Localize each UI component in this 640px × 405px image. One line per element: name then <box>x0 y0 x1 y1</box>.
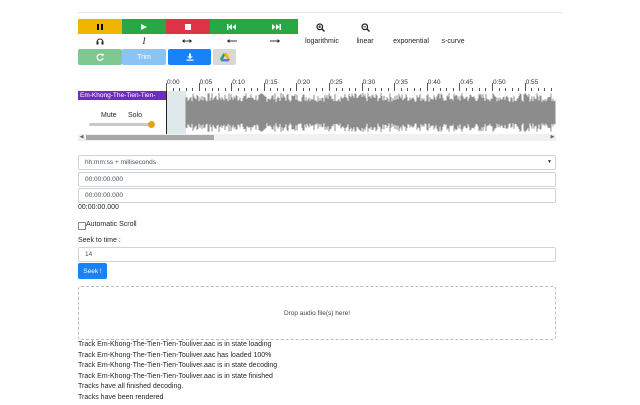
track-controls: Em-Khong-The-Tien-Tien- Mute Solo <box>78 91 166 134</box>
shift-state-button[interactable] <box>180 34 194 48</box>
time-format-value: hh:mm:ss + milliseconds <box>85 159 156 166</box>
scroll-left-icon[interactable]: ◀ <box>78 134 85 141</box>
time-tick <box>394 83 396 91</box>
skip-forward-icon <box>272 23 281 30</box>
fast-forward-button[interactable] <box>254 19 298 34</box>
pause-button[interactable] <box>78 19 122 34</box>
selection-start-value: 00:00:00.000 <box>85 176 123 183</box>
seek-button[interactable]: Seek ! <box>78 263 107 279</box>
pause-icon <box>97 23 103 30</box>
zoom-out-button[interactable] <box>358 20 372 34</box>
log-line: Track Em-Khong-The-Tien-Tien-Touliver.aa… <box>78 372 273 380</box>
time-tick <box>524 83 526 91</box>
stop-icon <box>185 23 191 30</box>
selection-start-field[interactable]: 00:00:00.000 <box>78 172 556 187</box>
horizontal-scrollbar[interactable]: ◀ ▶ <box>78 134 556 141</box>
headphones-icon <box>96 38 104 45</box>
seek-time-value: 14 <box>85 251 93 258</box>
audio-drop-zone[interactable]: Drop audio file(s) here! <box>78 286 556 340</box>
refresh-icon <box>96 53 104 61</box>
google-drive-button[interactable] <box>213 49 236 65</box>
selection-end-value: 00:00:00.000 <box>85 192 123 199</box>
scroll-right-icon[interactable]: ▶ <box>549 134 556 141</box>
time-tick-label: 0:40 <box>427 79 441 86</box>
time-tick <box>166 83 167 91</box>
select-state-button[interactable]: I <box>138 34 150 48</box>
mute-button[interactable]: Mute <box>101 112 117 119</box>
play-icon <box>141 23 147 30</box>
time-tick-label: 0:50 <box>493 79 506 86</box>
time-tick <box>426 83 428 91</box>
time-tick <box>361 83 363 91</box>
waveform-channel[interactable] <box>166 91 556 134</box>
rewind-button[interactable] <box>210 19 254 34</box>
cursor-text-icon: I <box>142 36 146 46</box>
time-tick-label: 0:05 <box>199 79 213 86</box>
time-tick <box>198 83 200 91</box>
audio-position: 00:00:00.000 <box>78 204 119 211</box>
time-tick <box>459 83 461 91</box>
arrow-right-icon <box>270 39 280 43</box>
solo-button[interactable]: Solo <box>128 112 142 119</box>
time-tick-label: 0:35 <box>395 79 408 86</box>
time-tick <box>492 83 493 91</box>
log-line: Track Em-Khong-The-Tien-Tien-Touliver.aa… <box>78 341 272 348</box>
log-line: Track Em-Khong-The-Tien-Tien-Touliver.aa… <box>78 351 272 359</box>
time-tick-label: 0:55 <box>525 79 539 86</box>
log-line: Tracks have all finished decoding. <box>78 383 184 391</box>
fade-logarithmic-button[interactable]: logarithmic <box>302 34 342 48</box>
fade-s-curve-button[interactable]: s-curve <box>440 34 466 48</box>
skip-backward-icon <box>227 23 236 30</box>
zoom-in-button[interactable] <box>313 20 327 34</box>
scrollbar-thumb[interactable] <box>86 135 214 140</box>
time-tick-label: 0:30 <box>362 79 376 86</box>
log-line: Tracks have been rendered <box>78 393 164 401</box>
fade-linear-button[interactable]: linear <box>354 34 376 48</box>
time-tick <box>329 83 330 91</box>
selection-end-field[interactable]: 00:00:00.000 <box>78 188 556 203</box>
arrow-left-icon <box>227 39 237 43</box>
volume-slider-handle[interactable] <box>148 121 155 128</box>
fade-in-state-button[interactable] <box>225 34 239 48</box>
drop-zone-text: Drop audio file(s) here! <box>283 309 351 317</box>
time-scale: 0:00 0:05 0:10 0:15 0:20 0:25 0:30 0:35 0:40 0:45… <box>166 79 556 91</box>
waveform-peaks <box>185 93 556 132</box>
google-drive-icon <box>219 52 230 61</box>
time-tick-label: 0:00 <box>167 79 180 86</box>
time-tick <box>231 83 233 91</box>
stop-button[interactable] <box>166 19 210 34</box>
chevron-down-icon: ▼ <box>547 159 552 165</box>
zoom-out-icon <box>360 22 370 32</box>
fade-out-state-button[interactable] <box>268 34 282 48</box>
top-divider <box>78 12 562 13</box>
play-button[interactable] <box>122 19 166 34</box>
time-tick <box>296 83 298 91</box>
time-tick-label: 0:10 <box>232 79 245 86</box>
cursor-state-button[interactable] <box>94 34 106 48</box>
arrows-horizontal-icon <box>182 39 192 43</box>
time-format-select[interactable]: hh:mm:ss + milliseconds ▼ <box>78 155 556 170</box>
automatic-scroll-checkbox[interactable] <box>78 222 86 230</box>
time-tick <box>263 83 265 91</box>
seek-label: Seek to time : <box>78 237 121 244</box>
download-button[interactable] <box>168 49 211 65</box>
waveform <box>185 93 556 132</box>
time-tick-label: 0:45 <box>460 79 474 86</box>
fade-exponential-button[interactable]: exponential <box>390 34 432 48</box>
log-line: Track Em-Khong-The-Tien-Tien-Touliver.aa… <box>78 362 278 370</box>
trim-button[interactable]: Trim <box>122 49 166 65</box>
volume-slider[interactable] <box>89 123 151 126</box>
refresh-button[interactable] <box>78 49 122 65</box>
zoom-in-icon <box>315 22 325 32</box>
time-tick-label: 0:20 <box>297 79 311 86</box>
download-icon <box>186 53 193 61</box>
time-tick-label: 0:15 <box>264 79 278 86</box>
seek-time-input[interactable]: 14 <box>78 247 556 262</box>
time-tick-label: 0:25 <box>330 79 343 86</box>
automatic-scroll-label: Automatic Scroll <box>86 221 137 228</box>
track-name: Em-Khong-The-Tien-Tien- <box>78 91 166 100</box>
event-log: Track Em-Khong-The-Tien-Tien-Touliver.aa… <box>78 341 277 405</box>
